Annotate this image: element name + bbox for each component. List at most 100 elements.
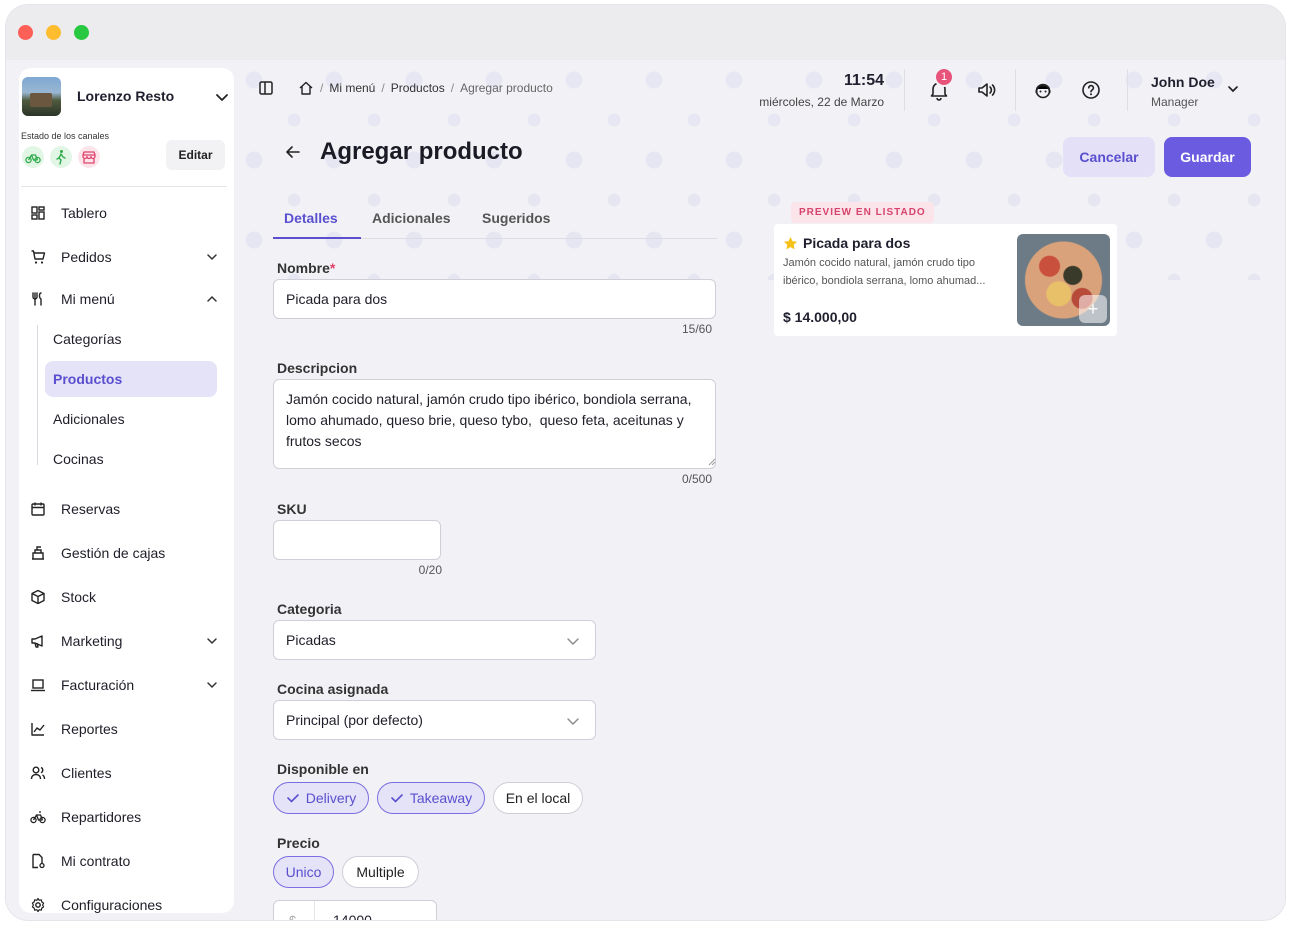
- sidebar-item-label: Marketing: [61, 633, 123, 649]
- delivery-label: Delivery: [305, 790, 357, 806]
- add-image-button[interactable]: +: [1079, 295, 1107, 323]
- tab-adicionales[interactable]: Adicionales: [372, 210, 451, 226]
- chevron-down-icon[interactable]: [1224, 80, 1242, 98]
- laptop-icon: [29, 676, 47, 694]
- chevron-down-icon: [207, 638, 217, 645]
- help-icon[interactable]: [1079, 78, 1103, 102]
- submenu-guide-line: [37, 325, 38, 465]
- sku-input[interactable]: [273, 520, 441, 560]
- sidebar-item-config[interactable]: Configuraciones: [21, 887, 221, 920]
- user-menu[interactable]: John Doe Manager: [1151, 74, 1215, 109]
- precio-multiple-toggle[interactable]: Multiple: [342, 856, 419, 888]
- channels-label: Estado de los canales: [21, 131, 110, 141]
- support-agent-icon[interactable]: [1031, 78, 1055, 102]
- title-bar: [6, 5, 1285, 60]
- sidebar-subitem-adicionales[interactable]: Adicionales: [45, 401, 217, 437]
- sidebar-item-reservas[interactable]: Reservas: [21, 491, 221, 527]
- sidebar-item-pedidos[interactable]: Pedidos: [21, 239, 221, 275]
- speaker-icon[interactable]: [975, 78, 999, 102]
- breadcrumb-mi-menu[interactable]: Mi menú: [329, 81, 375, 95]
- breadcrumb: / Mi menú / Productos / Agregar producto: [298, 80, 553, 96]
- chevron-down-icon: [567, 718, 579, 725]
- gear-icon: [29, 896, 47, 914]
- takeaway-channel-icon[interactable]: [50, 146, 72, 168]
- tab-sugeridos[interactable]: Sugeridos: [482, 210, 550, 226]
- delivery-channel-icon[interactable]: [22, 146, 44, 168]
- takeaway-toggle[interactable]: Takeaway: [377, 782, 485, 814]
- cocina-value: Principal (por defecto): [286, 712, 423, 728]
- tab-detalles[interactable]: Detalles: [284, 210, 338, 226]
- user-name: John Doe: [1151, 74, 1215, 90]
- preview-card: Picada para dos Jamón cocido natural, ja…: [774, 224, 1117, 336]
- app-window: Lorenzo Resto Estado de los canales Edit…: [6, 5, 1285, 920]
- product-tabs: Detalles Adicionales Sugeridos: [273, 204, 717, 239]
- sidebar-item-clientes[interactable]: Clientes: [21, 755, 221, 791]
- save-button[interactable]: Guardar: [1164, 137, 1251, 177]
- preview-price: $ 14.000,00: [783, 309, 857, 325]
- breadcrumb-separator: /: [381, 81, 385, 95]
- preview-title: Picada para dos: [783, 235, 910, 251]
- sidebar-item-marketing[interactable]: Marketing: [21, 623, 221, 659]
- categoria-select[interactable]: Picadas: [273, 620, 596, 660]
- topbar-divider: [904, 69, 905, 111]
- app-content: Lorenzo Resto Estado de los canales Edit…: [6, 60, 1285, 920]
- edit-channels-button[interactable]: Editar: [166, 140, 225, 170]
- sidebar-subitem-productos[interactable]: Productos: [45, 361, 217, 397]
- resize-handle-icon[interactable]: [706, 456, 716, 466]
- sidebar-divider: [21, 186, 227, 187]
- clock: 11:54 miércoles, 22 de Marzo: [754, 72, 884, 109]
- check-icon: [391, 794, 403, 803]
- clock-date: miércoles, 22 de Marzo: [759, 95, 884, 109]
- sidebar-subitem-categorias[interactable]: Categorías: [45, 321, 217, 357]
- descripcion-textarea[interactable]: Jamón cocido natural, jamón crudo tipo i…: [273, 379, 716, 469]
- sidebar-toggle-icon[interactable]: [256, 78, 276, 98]
- precio-input[interactable]: $ 14000: [273, 900, 437, 920]
- cancel-button[interactable]: Cancelar: [1063, 137, 1155, 177]
- check-icon: [286, 794, 299, 803]
- maximize-window-button[interactable]: [74, 25, 89, 40]
- sidebar-item-repartidores[interactable]: Repartidores: [21, 799, 221, 835]
- top-bar: / Mi menú / Productos / Agregar producto…: [234, 60, 1285, 116]
- sidebar: Lorenzo Resto Estado de los canales Edit…: [19, 68, 234, 913]
- sidebar-item-facturacion[interactable]: Facturación: [21, 667, 221, 703]
- sidebar-item-label: Pedidos: [61, 249, 112, 265]
- descripcion-counter: 0/500: [681, 472, 712, 486]
- chevron-down-icon: [567, 638, 579, 645]
- clock-time: 11:54: [843, 72, 884, 89]
- preview-image: +: [1017, 234, 1110, 326]
- preview-tag: PREVIEW EN LISTADO: [791, 202, 934, 223]
- nombre-input[interactable]: Picada para dos: [273, 279, 716, 319]
- close-window-button[interactable]: [18, 25, 33, 40]
- breadcrumb-separator: /: [320, 81, 324, 95]
- sidebar-item-contrato[interactable]: Mi contrato: [21, 843, 221, 879]
- sidebar-item-label: Tablero: [61, 205, 107, 221]
- sku-counter: 0/20: [418, 563, 442, 577]
- delivery-toggle[interactable]: Delivery: [273, 782, 369, 814]
- box-icon: [29, 588, 47, 606]
- sidebar-subitem-cocinas[interactable]: Cocinas: [45, 441, 217, 477]
- chart-line-icon: [29, 720, 47, 738]
- sidebar-item-mi-menu[interactable]: Mi menú: [21, 281, 221, 317]
- sidebar-item-tablero[interactable]: Tablero: [21, 195, 221, 231]
- disponible-label: Disponible en: [277, 761, 369, 777]
- sidebar-item-reportes[interactable]: Reportes: [21, 711, 221, 747]
- home-icon[interactable]: [298, 80, 314, 96]
- breadcrumb-current: Agregar producto: [460, 81, 553, 95]
- local-toggle[interactable]: En el local: [493, 782, 583, 814]
- sidebar-item-label: Reportes: [61, 721, 118, 737]
- store-switcher[interactable]: Lorenzo Resto: [22, 77, 232, 121]
- star-icon: [783, 236, 798, 249]
- precio-unico-toggle[interactable]: Unico: [273, 856, 334, 888]
- nombre-counter: 15/60: [681, 322, 712, 336]
- sidebar-item-label: Stock: [61, 589, 97, 605]
- chevron-down-icon: [216, 94, 228, 101]
- sidebar-item-label: Mi contrato: [61, 853, 131, 869]
- minimize-window-button[interactable]: [46, 25, 61, 40]
- sidebar-item-stock[interactable]: Stock: [21, 579, 221, 615]
- breadcrumb-productos[interactable]: Productos: [391, 81, 445, 95]
- sidebar-item-label: Reservas: [61, 501, 121, 517]
- back-arrow-icon[interactable]: [282, 141, 304, 163]
- cocina-select[interactable]: Principal (por defecto): [273, 700, 596, 740]
- sidebar-item-cajas[interactable]: Gestión de cajas: [21, 535, 221, 571]
- store-channel-icon[interactable]: [78, 146, 100, 168]
